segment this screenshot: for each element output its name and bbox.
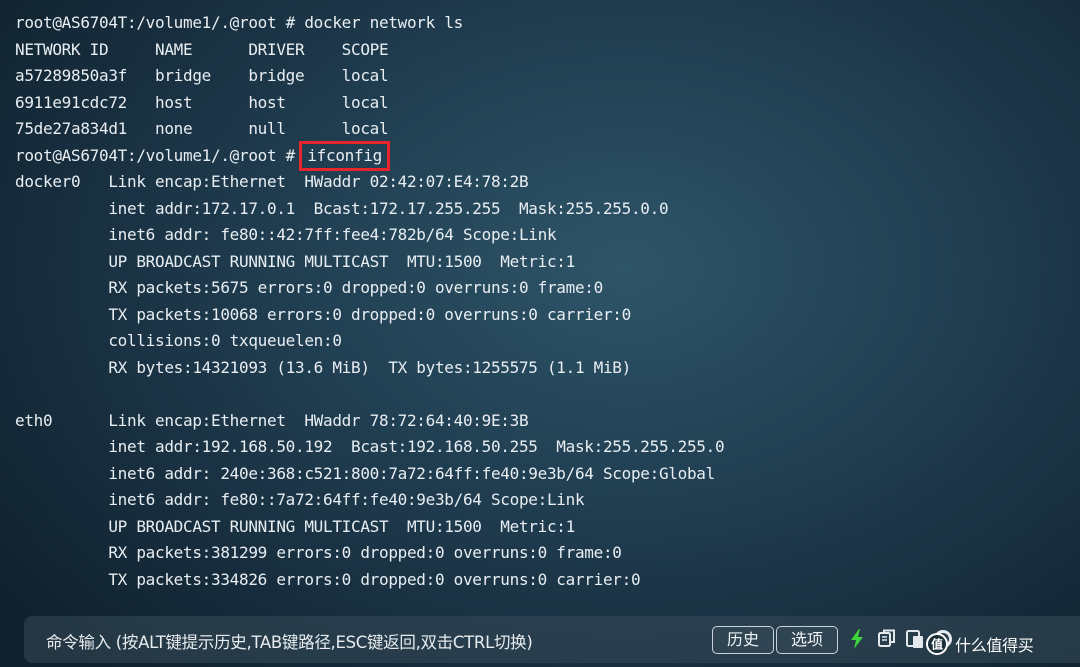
watermark-text: 什么值得买 xyxy=(955,636,1034,655)
terminal-line: RX packets:5675 errors:0 dropped:0 overr… xyxy=(15,278,603,297)
svg-text:值: 值 xyxy=(931,637,943,652)
terminal-line: docker0 Link encap:Ethernet HWaddr 02:42… xyxy=(15,172,529,191)
terminal-line: NETWORK ID NAME DRIVER SCOPE xyxy=(15,39,389,59)
terminal-line: RX bytes:14321093 (13.6 MiB) TX bytes:12… xyxy=(15,357,631,377)
highlighted-command: ifconfig xyxy=(299,140,390,171)
command-input-hint[interactable]: 命令输入 (按ALT键提示历史,TAB键路径,ESC键返回,双击CTRL切换) xyxy=(46,629,533,653)
terminal-line: eth0 Link encap:Ethernet HWaddr 78:72:64… xyxy=(15,410,529,430)
paste-icon[interactable] xyxy=(904,628,926,650)
history-button[interactable]: 历史 xyxy=(712,626,774,654)
terminal-line: a57289850a3f bridge bridge local xyxy=(15,66,389,85)
terminal-line: inet addr:192.168.50.192 Bcast:192.168.5… xyxy=(15,437,725,456)
command-input-bar[interactable]: 命令输入 (按ALT键提示历史,TAB键路径,ESC键返回,双击CTRL切换) … xyxy=(24,616,1080,663)
terminal-line: TX packets:334826 errors:0 dropped:0 ove… xyxy=(15,569,641,589)
terminal-line: inet6 addr: fe80::7a72:64ff:fe40:9e3b/64… xyxy=(15,490,585,509)
options-button[interactable]: 选项 xyxy=(776,626,838,654)
terminal-line: inet6 addr: fe80::42:7ff:fee4:782b/64 Sc… xyxy=(15,225,557,244)
terminal-line: RX packets:381299 errors:0 dropped:0 ove… xyxy=(15,543,622,562)
terminal-line: 75de27a834d1 none null local xyxy=(15,119,389,138)
terminal-line: root@AS6704T:/volume1/.@root # docker ne… xyxy=(15,13,463,32)
prompt-text: root@AS6704T:/volume1/.@root # xyxy=(15,145,305,165)
copy-icon[interactable] xyxy=(876,628,898,650)
smzdm-logo-icon: 值 xyxy=(926,633,948,655)
terminal-line: 6911e91cdc72 host host local xyxy=(15,92,389,112)
terminal-line: inet addr:172.17.0.1 Bcast:172.17.255.25… xyxy=(15,198,669,218)
terminal-line: TX packets:10068 errors:0 dropped:0 over… xyxy=(15,304,631,324)
terminal-line-prompt: root@AS6704T:/volume1/.@root # ifconfig xyxy=(15,140,1065,171)
terminal-line: UP BROADCAST RUNNING MULTICAST MTU:1500 … xyxy=(15,251,575,271)
watermark: 值 什么值得买 xyxy=(925,628,1034,660)
terminal-line: UP BROADCAST RUNNING MULTICAST MTU:1500 … xyxy=(15,516,575,536)
terminal-line: collisions:0 txqueuelen:0 xyxy=(15,331,342,350)
terminal-output: root@AS6704T:/volume1/.@root # docker ne… xyxy=(15,10,1065,593)
terminal-line: inet6 addr: 240e:368:c521:800:7a72:64ff:… xyxy=(15,463,715,483)
lightning-bolt-icon[interactable] xyxy=(846,628,868,650)
